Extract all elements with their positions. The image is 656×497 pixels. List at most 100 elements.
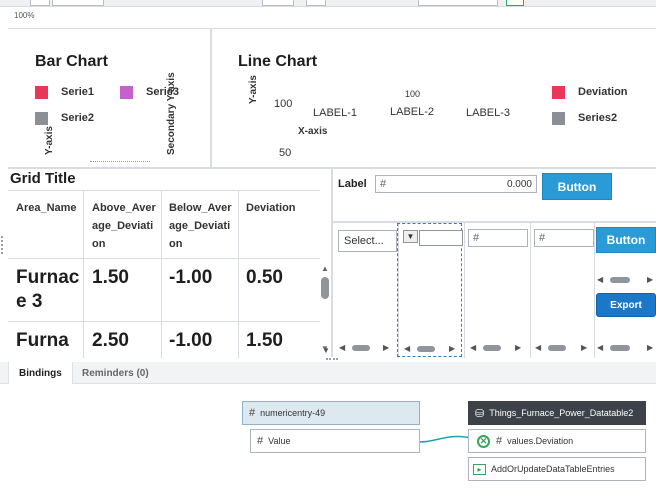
numeric-entry-2[interactable]: #: [468, 229, 528, 247]
form-col-sep-2: [464, 223, 465, 358]
scroll-right-icon[interactable]: ▶: [449, 344, 455, 353]
legend-swatch-series2: [552, 112, 565, 125]
scroll-left-icon[interactable]: ◀: [597, 275, 603, 284]
scroll-left-icon[interactable]: ◀: [404, 344, 410, 353]
grid-cell-area: Furna: [16, 330, 69, 351]
toolbar-dropdown[interactable]: [52, 0, 104, 6]
target-service[interactable]: ▸ AddOrUpdateDataTableEntries: [468, 457, 646, 481]
legend-swatch-deviation: [552, 86, 565, 99]
data-grid[interactable]: Grid Title Area_Name Above_Average_Devia…: [8, 169, 331, 358]
primary-button[interactable]: Button: [542, 173, 612, 200]
number-icon: #: [249, 407, 256, 419]
number-icon: #: [380, 178, 387, 190]
grid-cell-below: -1.00: [169, 267, 213, 288]
target-property-label: values.Deviation: [507, 436, 574, 446]
legend-label-series2: Series2: [578, 112, 618, 124]
scroll-left-icon[interactable]: ◀: [470, 343, 476, 352]
form-top-row: Label # 0.000 Button: [333, 169, 656, 221]
grid-header-below-average-deviation[interactable]: Below_Average_Deviation: [169, 199, 235, 253]
target-service-label: AddOrUpdateDataTableEntries: [491, 464, 615, 474]
line-y-axis-label: Y-axis: [248, 75, 259, 104]
grid-vertical-scrollbar[interactable]: ▲ ▼: [320, 264, 330, 358]
scroll-left-icon[interactable]: ◀: [597, 343, 603, 352]
scroll-right-icon[interactable]: ▶: [515, 343, 521, 352]
h-scroll-thumb[interactable]: [483, 345, 501, 351]
grid-cell-deviation: 1.50: [246, 330, 283, 351]
bar-chart[interactable]: Bar Chart Serie1 Serie3 Serie2 Y-axis Se…: [8, 29, 210, 167]
toolbar-box-button[interactable]: [262, 0, 294, 6]
grid-header-area-name[interactable]: Area_Name: [16, 199, 80, 217]
grid-header-above-average-deviation[interactable]: Above_Average_Deviation: [92, 199, 158, 253]
grid-resize-icon[interactable]: ▼: [322, 346, 330, 355]
numeric-entry-3[interactable]: #: [534, 229, 594, 247]
grid-cell-above: 1.50: [92, 267, 129, 288]
source-property[interactable]: # Value: [250, 429, 420, 453]
mashup-canvas: Bar Chart Serie1 Serie3 Serie2 Y-axis Se…: [8, 24, 656, 358]
remove-binding-icon[interactable]: ✕: [477, 434, 490, 448]
form-lower-area: Select... ▼ ◀ ▶ # ◀ ▶ # ◀ ▶ Button ◀ ▶ E…: [333, 223, 656, 358]
selected-widget-outline[interactable]: ▼ ◀ ▶: [397, 223, 463, 357]
target-property[interactable]: ✕ # values.Deviation: [468, 429, 646, 453]
zoom-level: 100%: [14, 11, 35, 20]
scroll-left-icon[interactable]: ◀: [339, 343, 345, 352]
grid-title-separator: [8, 190, 320, 191]
line-x-label-1: LABEL-1: [313, 107, 358, 119]
toolbar-text-button[interactable]: [306, 0, 326, 6]
line-x-label-3: LABEL-3: [466, 107, 511, 119]
target-node-header[interactable]: ⛁ Things_Furnace_Power_Datatable2: [468, 401, 646, 425]
select-dropdown[interactable]: Select...: [338, 230, 397, 252]
line-chart[interactable]: Line Chart Y-axis 100 50 100 LABEL-1 LAB…: [212, 29, 656, 167]
h-scroll-thumb[interactable]: [548, 345, 566, 351]
source-node-header[interactable]: # numericentry-49: [242, 401, 420, 425]
legend-swatch-serie1: [35, 86, 48, 99]
h-scroll-thumb[interactable]: [352, 345, 370, 351]
legend-swatch-serie3: [120, 86, 133, 99]
tab-reminders[interactable]: Reminders (0): [72, 362, 159, 384]
bar-axis-ticks: [90, 161, 150, 166]
number-icon: #: [539, 232, 546, 244]
table-row[interactable]: Furnace 3 1.50 -1.00 0.50: [8, 259, 320, 321]
line-tick-top: 100: [405, 89, 421, 99]
grid-scroll-thumb[interactable]: [321, 277, 329, 299]
bar-chart-title: Bar Chart: [35, 53, 108, 70]
toolbar-green-button[interactable]: [506, 0, 524, 6]
target-node-label: Things_Furnace_Power_Datatable2: [489, 408, 634, 418]
scroll-right-icon[interactable]: ▶: [647, 275, 653, 284]
grid-cell-deviation: 0.50: [246, 267, 283, 288]
h-scroll-thumb[interactable]: [610, 277, 630, 283]
widget-input[interactable]: [419, 230, 463, 246]
table-row[interactable]: Furna 2.50 -1.00 1.50: [8, 322, 320, 358]
tab-bindings[interactable]: Bindings: [8, 362, 73, 384]
h-scroll-thumb[interactable]: [610, 345, 630, 351]
number-icon: #: [473, 232, 480, 244]
widget-h-scroll-thumb[interactable]: [417, 346, 435, 352]
workspace-dropdown[interactable]: [418, 0, 498, 6]
bar-y-axis-label: Y-axis: [44, 126, 55, 155]
bindings-panel: # numericentry-49 # Value ⛁ Things_Furna…: [0, 385, 656, 497]
scroll-right-icon[interactable]: ▶: [647, 343, 653, 352]
export-button[interactable]: Export: [596, 293, 656, 317]
legend-label-deviation: Deviation: [578, 86, 628, 98]
legend-label-serie2: Serie2: [61, 112, 95, 124]
bottom-splitter-handle[interactable]: [326, 358, 338, 361]
scroll-right-icon[interactable]: ▶: [383, 343, 389, 352]
scroll-right-icon[interactable]: ▶: [581, 343, 587, 352]
line-x-axis-label: X-axis: [298, 126, 328, 137]
legend-swatch-serie2: [35, 112, 48, 125]
dropdown-arrow-icon[interactable]: ▼: [403, 230, 418, 243]
number-icon: #: [496, 435, 503, 447]
grid-header-deviation[interactable]: Deviation: [246, 199, 312, 217]
left-splitter-handle[interactable]: [1, 236, 4, 254]
grid-title: Grid Title: [10, 170, 76, 187]
numeric-entry-value: 0.000: [506, 179, 532, 190]
legend-label-serie1: Serie1: [61, 86, 95, 98]
line-tick-50: 50: [279, 147, 292, 159]
secondary-button[interactable]: Button: [596, 227, 656, 253]
scroll-up-icon[interactable]: ▲: [321, 264, 329, 273]
form-col-sep-3: [530, 223, 531, 358]
scroll-left-icon[interactable]: ◀: [535, 343, 541, 352]
source-node-label: numericentry-49: [260, 408, 326, 418]
numeric-entry[interactable]: # 0.000: [375, 175, 537, 193]
grid-cell-below: -1.00: [169, 330, 213, 351]
toolbar-dropdown-left[interactable]: [30, 0, 50, 6]
